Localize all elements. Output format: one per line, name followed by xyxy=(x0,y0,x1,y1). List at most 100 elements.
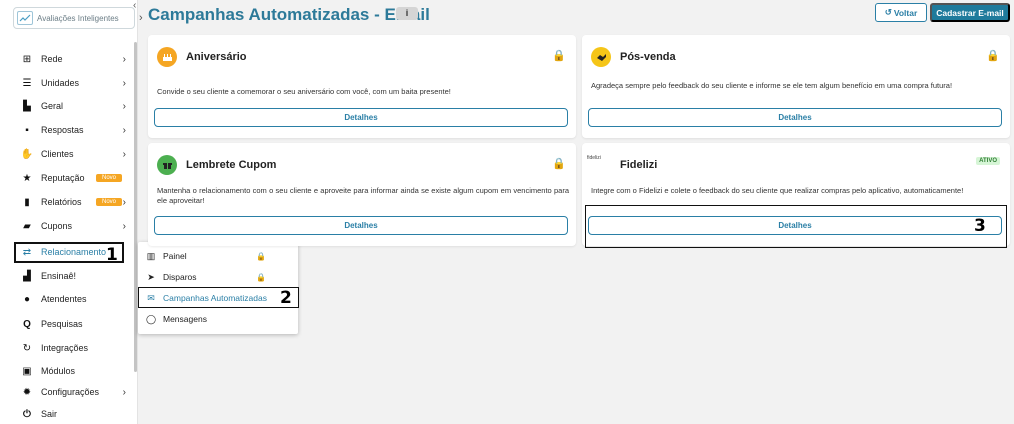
submenu-item-mensagens[interactable]: ◯ Mensagens xyxy=(145,311,295,327)
sidebar-item-reputacao[interactable]: ★ Reputação Novo xyxy=(20,169,132,187)
sidebar-item-respostas[interactable]: ▪ Respostas › xyxy=(20,121,132,139)
sidebar-item-pesquisas[interactable]: Q Pesquisas xyxy=(20,315,132,333)
trend-icon xyxy=(17,11,33,25)
annotation-number-2: 2 xyxy=(280,288,292,308)
submenu-item-disparos[interactable]: ➤ Disparos 🔒 xyxy=(145,269,295,285)
sidebar-item-atendentes[interactable]: ● Atendentes xyxy=(20,290,132,308)
sidebar-item-unidades[interactable]: ☰ Unidades › xyxy=(20,74,132,92)
chevron-right-icon: › xyxy=(122,386,126,398)
lock-icon: 🔒 xyxy=(256,272,266,282)
sidebar-item-cupons[interactable]: ▰ Cupons › xyxy=(20,217,132,235)
back-icon: ↺ xyxy=(884,7,892,17)
cake-icon xyxy=(157,47,177,67)
collapse-sidebar-icon[interactable]: ‹ xyxy=(133,0,136,11)
details-button[interactable]: Detalhes xyxy=(588,108,1002,127)
sidebar-item-label: Rede xyxy=(41,54,63,64)
page-title: Campanhas Automatizadas - Email xyxy=(148,5,430,24)
info-button[interactable]: i xyxy=(396,7,418,20)
chevron-right-icon: › xyxy=(122,196,126,208)
sidebar-item-rede[interactable]: ⊞ Rede › xyxy=(20,50,132,68)
logo-text: Avaliações Inteligentes xyxy=(37,13,119,23)
card-title: Fidelizi xyxy=(620,159,658,171)
sidebar-item-integracoes[interactable]: ↻ Integrações xyxy=(20,339,132,357)
sidebar-item-label: Sair xyxy=(41,409,58,419)
card-description: Mantenha o relacionamento com o seu clie… xyxy=(157,186,569,205)
teacher-icon: ▟ xyxy=(23,270,31,282)
register-email-button[interactable]: Cadastrar E-mail xyxy=(930,3,1010,22)
sidebar-item-label: Reputação xyxy=(41,173,85,183)
gear-icon: ✹ xyxy=(22,386,32,398)
sidebar-item-label: Pesquisas xyxy=(41,319,83,329)
annotation-box-2 xyxy=(138,287,299,308)
lock-icon: 🔒 xyxy=(986,50,1000,62)
sidebar-item-label: Módulos xyxy=(41,366,76,376)
card-description: Integre com o Fidelizi e colete o feedba… xyxy=(591,186,964,195)
sidebar-item-label: Atendentes xyxy=(41,294,87,304)
comment-icon: ▪ xyxy=(25,124,29,136)
handshake-icon xyxy=(591,47,611,67)
submenu-item-label: Disparos xyxy=(163,272,197,282)
whatsapp-icon: ◯ xyxy=(145,313,157,324)
coupon-icon: ▰ xyxy=(23,220,31,232)
users-icon: ● xyxy=(23,293,31,305)
sidebar-item-modulos[interactable]: ▣ Módulos xyxy=(20,362,132,380)
sidebar-item-configuracoes[interactable]: ✹ Configurações › xyxy=(20,383,132,401)
sidebar-item-label: Respostas xyxy=(41,125,84,135)
chevron-right-icon: › xyxy=(122,53,126,65)
card-title: Aniversário xyxy=(186,51,247,63)
sidebar-item-label: Ensinaê! xyxy=(41,271,77,281)
sidebar: Avaliações Inteligentes ⊞ Rede › ☰ Unida… xyxy=(0,0,138,424)
card-title: Pós-venda xyxy=(620,51,676,63)
power-icon: ⏻ xyxy=(23,408,31,420)
lock-icon: 🔒 xyxy=(256,251,266,261)
annotation-box-3 xyxy=(585,205,1007,248)
details-button[interactable]: Detalhes xyxy=(154,216,568,235)
chevron-right-icon: › xyxy=(122,100,126,112)
sidebar-item-ensinae[interactable]: ▟ Ensinaê! xyxy=(20,267,132,285)
search-icon: Q xyxy=(23,318,31,330)
sidebar-item-label: Cupons xyxy=(41,221,73,231)
submenu-item-label: Mensagens xyxy=(163,314,207,324)
details-button[interactable]: Detalhes xyxy=(154,108,568,127)
card-description: Convide o seu cliente a comemorar o seu … xyxy=(157,87,451,96)
star-icon: ★ xyxy=(22,172,32,184)
back-button[interactable]: ↺ Voltar xyxy=(875,3,927,22)
gift-icon xyxy=(157,155,177,175)
units-icon: ☰ xyxy=(22,77,32,89)
sidebar-item-clientes[interactable]: ✋ Clientes › xyxy=(20,145,132,163)
sidebar-item-label: Geral xyxy=(41,101,64,111)
chevron-right-icon: › xyxy=(122,220,126,232)
campaign-card-lembrete-cupom: Lembrete Cupom 🔒 Mantenha o relacionamen… xyxy=(148,143,576,246)
back-button-label: Voltar xyxy=(893,7,918,18)
sidebar-item-label: Integrações xyxy=(41,343,89,353)
new-badge: Novo xyxy=(96,174,123,182)
sidebar-item-label: Unidades xyxy=(41,78,80,88)
handshake-icon: ✋ xyxy=(20,148,34,160)
bar-chart-icon: ▥ xyxy=(146,250,156,261)
sidebar-item-label: Clientes xyxy=(41,149,74,159)
lock-icon: 🔒 xyxy=(552,50,566,62)
chevron-right-icon: › xyxy=(122,77,126,89)
chevron-right-icon: › xyxy=(122,124,126,136)
sidebar-scrollbar[interactable] xyxy=(134,42,137,372)
campaign-card-pos-venda: Pós-venda 🔒 Agradeça sempre pelo feedbac… xyxy=(582,35,1010,138)
sidebar-item-sair[interactable]: ⏻ Sair xyxy=(20,405,132,423)
annotation-number-1: 1 xyxy=(106,245,118,265)
sidebar-item-label: Configurações xyxy=(41,387,100,397)
logo[interactable]: Avaliações Inteligentes xyxy=(13,7,135,29)
card-description: Agradeça sempre pelo feedback do seu cli… xyxy=(591,81,953,90)
campaign-card-aniversario: Aniversário 🔒 Convide o seu cliente a co… xyxy=(148,35,576,138)
new-badge: Novo xyxy=(96,198,123,206)
sidebar-item-relatorios[interactable]: ▮ Relatórios Novo › xyxy=(20,193,132,211)
status-badge: ATIVO xyxy=(976,157,1000,165)
report-icon: ▮ xyxy=(24,196,30,208)
sidebar-item-geral[interactable]: ▙ Geral › xyxy=(20,97,132,115)
card-title: Lembrete Cupom xyxy=(186,159,277,171)
sidebar-item-label: Relatórios xyxy=(41,197,82,207)
annotation-number-3: 3 xyxy=(974,216,986,236)
submenu-item-painel[interactable]: ▥ Painel 🔒 xyxy=(145,248,295,264)
lock-icon: 🔒 xyxy=(552,158,566,170)
chart-area-icon: ▙ xyxy=(23,100,31,112)
network-icon: ⊞ xyxy=(22,53,32,65)
chevron-right-icon[interactable]: › xyxy=(139,12,143,24)
